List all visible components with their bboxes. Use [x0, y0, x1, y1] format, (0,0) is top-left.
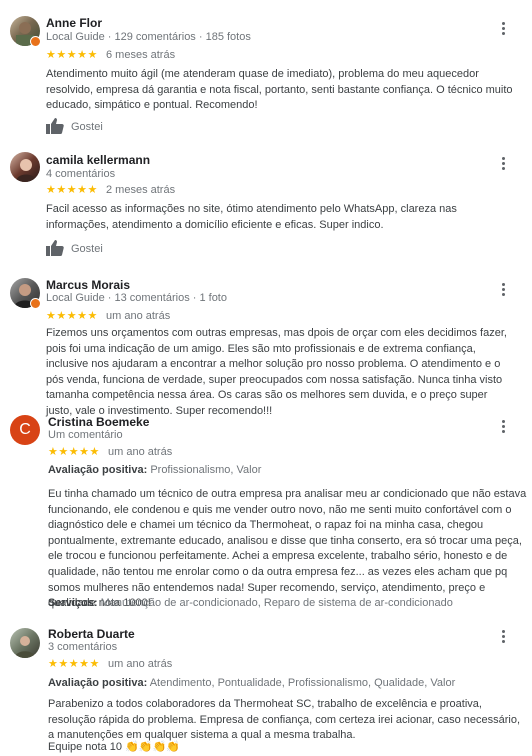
rating-stars: ★★★★★	[46, 49, 98, 61]
reviewer-name[interactable]: Cristina Boemeke	[48, 415, 149, 429]
positive-rating-values: Profissionalismo, Valor	[150, 464, 262, 476]
reviewer-name[interactable]: Roberta Duarte	[48, 627, 135, 641]
reviewer-meta: Local Guide · 129 comentários · 185 foto…	[46, 31, 251, 43]
reviewer-meta: Um comentário	[48, 429, 123, 441]
review-text: Facil acesso as informações no site, óti…	[46, 203, 457, 231]
like-label: Gostei	[71, 243, 103, 255]
more-options-button[interactable]	[496, 281, 510, 301]
more-options-button[interactable]	[496, 155, 510, 175]
like-button[interactable]: Gostei	[46, 118, 126, 136]
positive-rating-label: Avaliação positiva:	[48, 677, 148, 689]
avatar[interactable]	[10, 152, 40, 182]
like-label: Gostei	[71, 121, 103, 133]
review-date: um ano atrás	[106, 310, 171, 322]
like-button[interactable]: Gostei	[46, 240, 126, 258]
reviewer-meta: 3 comentários	[48, 641, 118, 653]
positive-rating-line: Avaliação positiva: Profissionalismo, Va…	[48, 464, 261, 476]
services-values: Manutenção de ar-condicionado, Reparo de…	[100, 597, 453, 609]
more-options-button[interactable]	[496, 20, 510, 40]
review-date: um ano atrás	[108, 658, 173, 670]
more-options-button[interactable]	[496, 628, 510, 648]
positive-rating-values: Atendimento, Pontualidade, Profissionali…	[149, 677, 456, 689]
review-text: Parabenizo a todos colaboradores da Ther…	[48, 698, 521, 742]
avatar[interactable]: C	[10, 415, 40, 445]
review-text: Atendimento muito ágil (me atenderam qua…	[46, 68, 513, 112]
review-text: Eu tinha chamado um técnico de outra emp…	[48, 488, 527, 610]
more-options-button[interactable]	[496, 418, 510, 438]
rating-stars: ★★★★★	[48, 658, 100, 670]
reviewer-name[interactable]: camila kellermann	[46, 153, 150, 167]
review-date: 6 meses atrás	[106, 49, 176, 61]
rating-stars: ★★★★★	[46, 184, 98, 196]
avatar[interactable]	[10, 628, 40, 658]
avatar-photo-icon	[16, 159, 36, 182]
positive-rating-label: Avaliação positiva:	[48, 464, 148, 476]
positive-rating-line: Avaliação positiva: Atendimento, Pontual…	[48, 677, 455, 689]
review-text-extra: Equipe nota 10 👏👏👏👏	[48, 741, 180, 753]
review-date: 2 meses atrás	[106, 184, 176, 196]
rating-stars: ★★★★★	[46, 310, 98, 322]
local-guide-badge-icon	[30, 298, 41, 309]
reviewer-name[interactable]: Marcus Morais	[46, 278, 130, 292]
thumbs-up-icon	[46, 118, 64, 134]
reviewer-name[interactable]: Anne Flor	[46, 16, 102, 30]
local-guide-badge-icon	[30, 36, 41, 47]
reviewer-meta: 4 comentários	[46, 168, 116, 180]
rating-stars: ★★★★★	[48, 446, 100, 458]
reviewer-meta: Local Guide · 13 comentários · 1 foto	[46, 292, 227, 304]
thumbs-up-icon	[46, 240, 64, 256]
avatar-photo-icon	[15, 636, 35, 658]
services-line: Serviços: Manutenção de ar-condicionado,…	[48, 597, 453, 609]
services-label: Serviços:	[48, 597, 98, 609]
review-date: um ano atrás	[108, 446, 173, 458]
review-text: Fizemos uns orçamentos com outras empres…	[46, 327, 507, 417]
